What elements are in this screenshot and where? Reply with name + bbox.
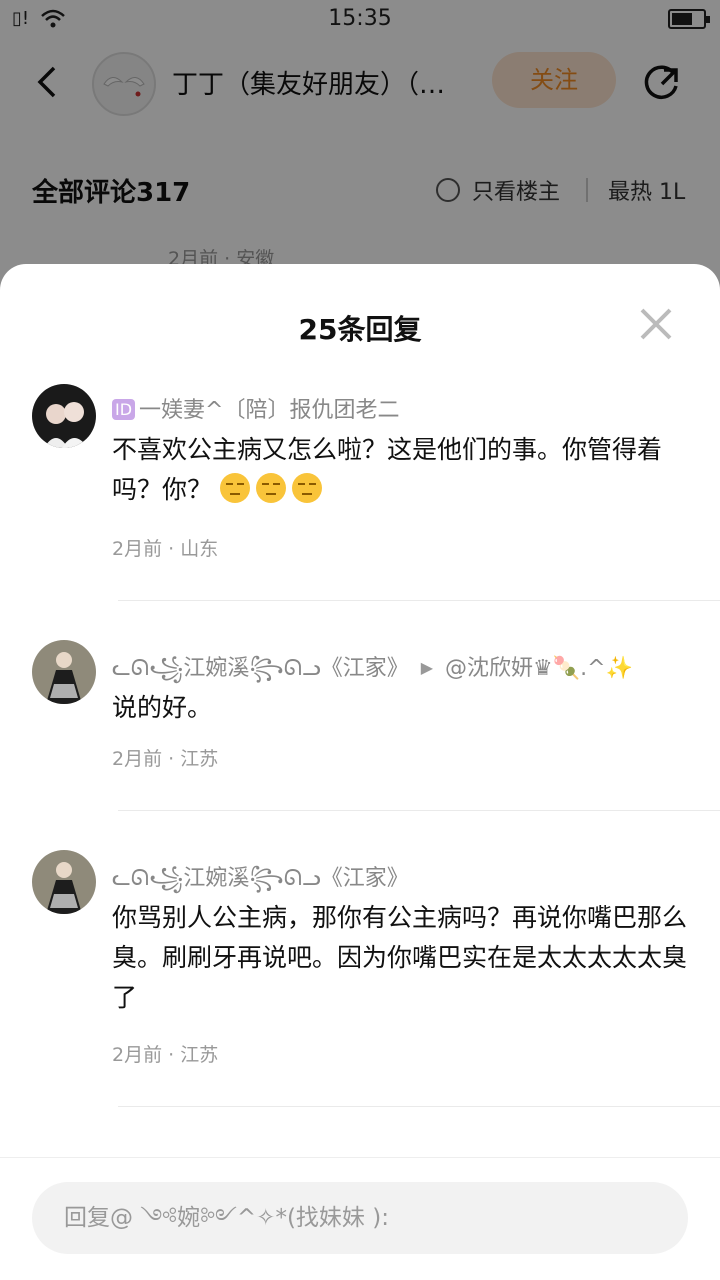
reply-text[interactable]: 说的好。 xyxy=(112,688,692,728)
unamused-emoji-icon xyxy=(255,473,286,503)
reply-arrow-icon: ▶ xyxy=(420,658,434,677)
close-icon[interactable] xyxy=(638,306,674,342)
reply-text[interactable]: 不喜欢公主病又怎么啦？这是他们的事。你管得着吗？你？ xyxy=(112,430,692,510)
reply-text-content: 不喜欢公主病又怎么啦？这是他们的事。你管得着吗？你？ xyxy=(112,435,663,504)
reply-input-bar: 回复@ ༺婉༻^✧*(找妹妹 ): xyxy=(0,1157,720,1280)
divider xyxy=(118,600,720,601)
replies-sheet: 25条回复 ID 一媄妻^〔陪〕报仇团老二 不喜欢公主病又怎么啦？这是他们的事。你… xyxy=(0,264,720,1280)
reply-text[interactable]: 你骂别人公主病，那你有公主病吗？再说你嘴巴那么臭。刷刷牙再说吧。因为你嘴巴实在是… xyxy=(112,898,692,1018)
divider xyxy=(118,810,720,811)
unamused-emoji-icon xyxy=(219,473,250,503)
reply-author-name: ᓚᘏ꧁江婉溪꧂ᘏᓗ《江家》 xyxy=(112,866,409,891)
reply-author-name: 一媄妻^〔陪〕报仇团老二 xyxy=(139,398,400,423)
reply-author[interactable]: ID 一媄妻^〔陪〕报仇团老二 xyxy=(112,392,399,424)
reply-to-name[interactable]: @沈欣妍♛🍡.^✨ xyxy=(445,656,633,681)
divider xyxy=(118,1106,720,1107)
avatar[interactable] xyxy=(32,850,96,914)
avatar[interactable] xyxy=(32,384,96,448)
reply-meta: 2月前 · 江苏 xyxy=(112,748,219,770)
reply-meta: 2月前 · 山东 xyxy=(112,538,219,560)
unamused-emoji-icon xyxy=(291,473,322,503)
id-badge: ID xyxy=(112,399,136,420)
sheet-title: 25条回复 xyxy=(298,313,422,346)
avatar[interactable] xyxy=(32,640,96,704)
reply-meta: 2月前 · 江苏 xyxy=(112,1044,219,1066)
reply-author-name: ᓚᘏ꧁江婉溪꧂ᘏᓗ《江家》 xyxy=(112,656,409,681)
reply-input[interactable]: 回复@ ༺婉༻^✧*(找妹妹 ): xyxy=(32,1182,688,1254)
